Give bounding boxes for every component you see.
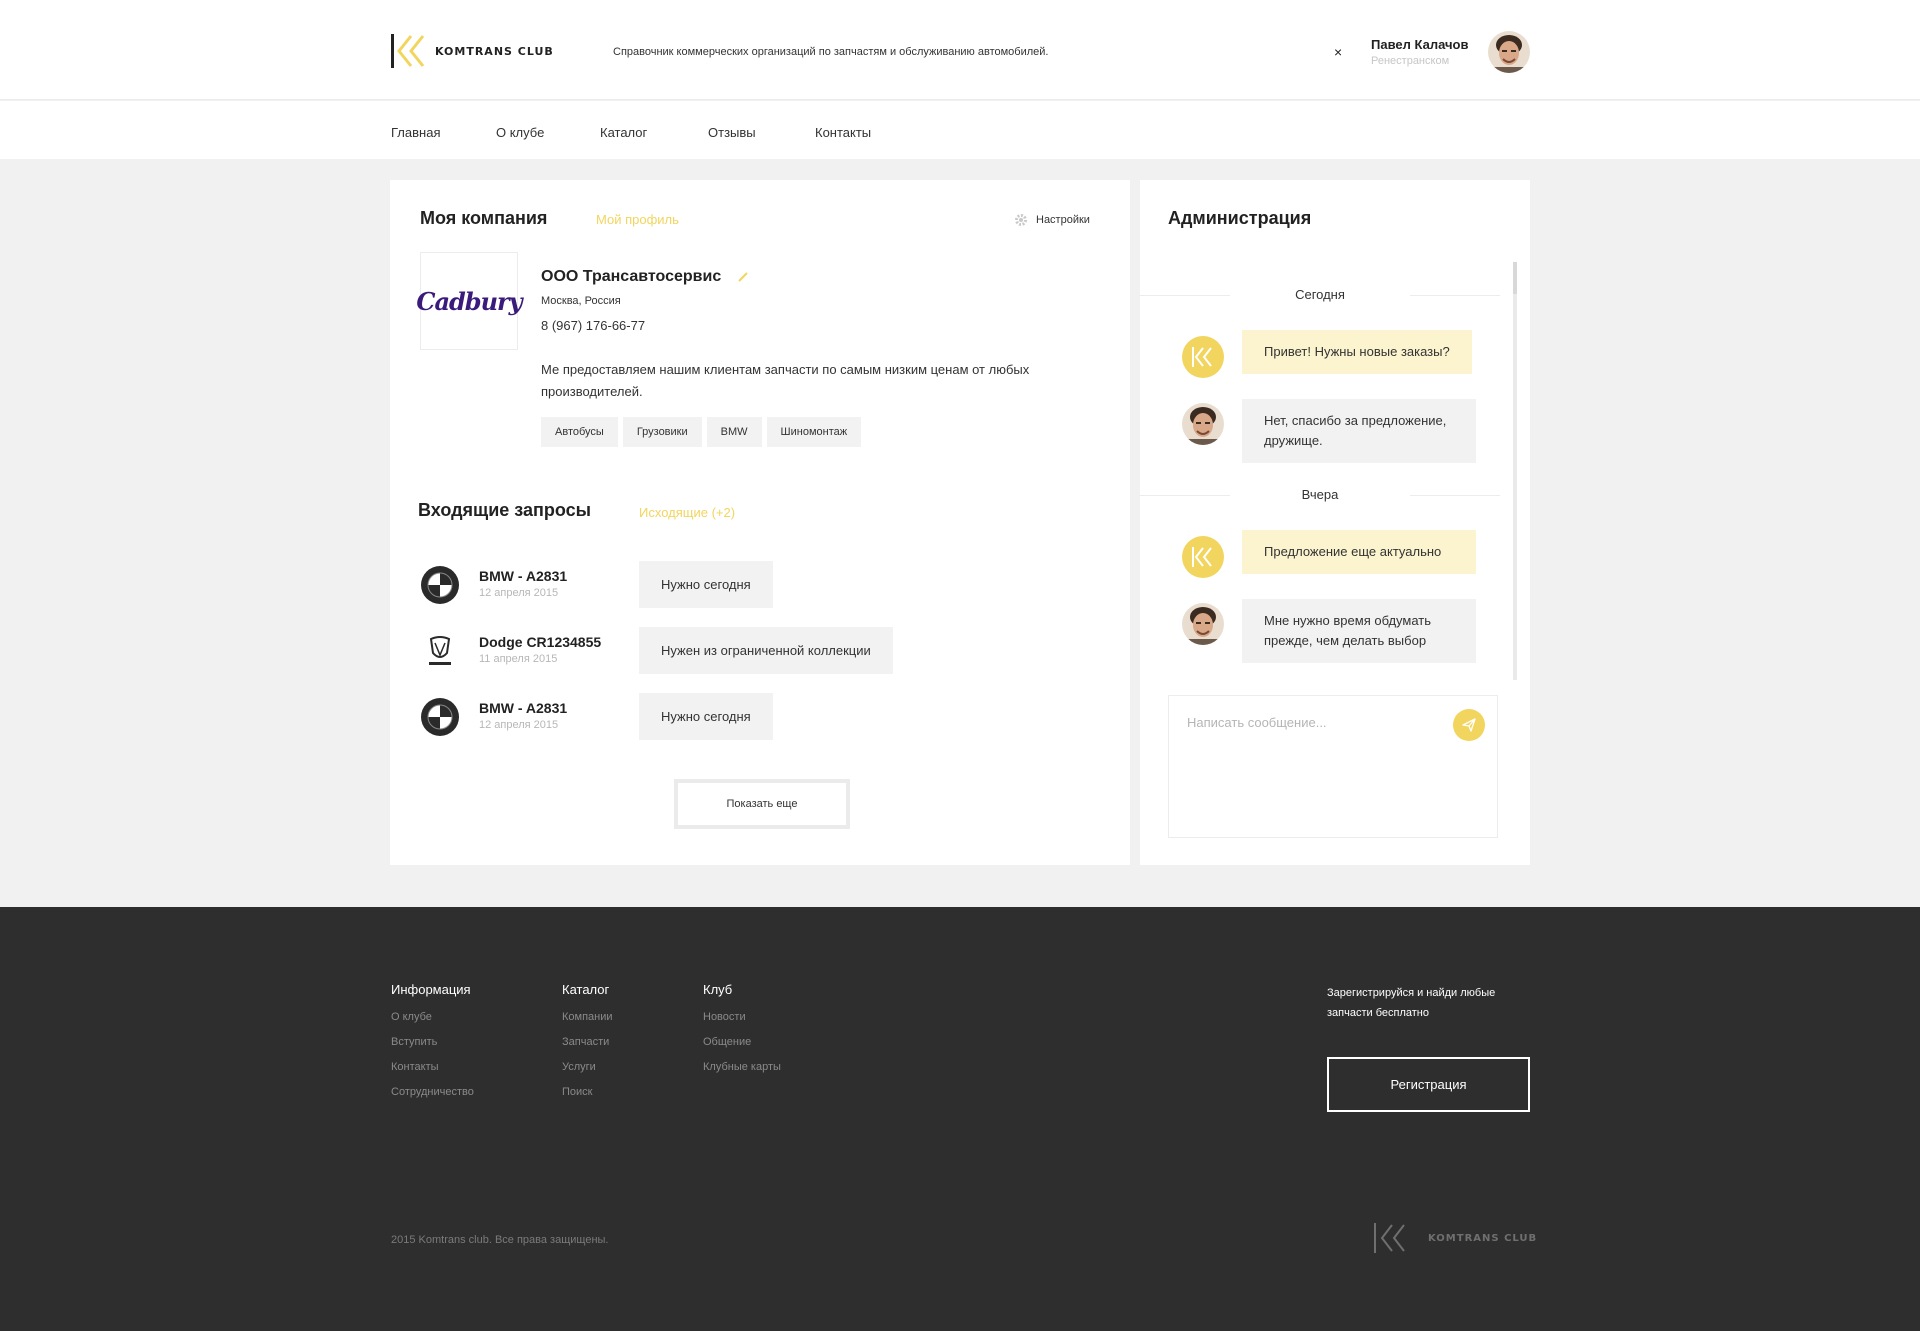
chat-heading: Администрация xyxy=(1168,208,1312,228)
my-profile-link[interactable]: Мой профиль xyxy=(596,212,679,227)
pencil-icon[interactable] xyxy=(736,270,750,284)
footer-column-info: Информация О клубе Вступить Контакты Сот… xyxy=(391,982,474,1111)
footer-link[interactable]: О клубе xyxy=(391,1011,474,1023)
settings-label: Настройки xyxy=(1036,214,1090,226)
gear-icon xyxy=(1015,214,1027,226)
footer-link[interactable]: Вступить xyxy=(391,1036,474,1048)
site-tagline: Справочник коммерческих организаций по з… xyxy=(613,46,1049,58)
footer-link[interactable]: Сотрудничество xyxy=(391,1086,474,1098)
user-avatar[interactable] xyxy=(1488,31,1530,73)
company-city: Москва, Россия xyxy=(541,295,621,307)
footer-link[interactable]: Новости xyxy=(703,1011,781,1023)
nav-item-about[interactable]: О клубе xyxy=(496,125,544,140)
bmw-logo-icon xyxy=(421,698,459,736)
komtrans-logo-icon xyxy=(1374,1223,1405,1253)
register-button[interactable]: Регистрация xyxy=(1327,1057,1530,1112)
chat-panel: Администрация Сегодня Привет! Нужны новы… xyxy=(1140,180,1530,865)
komtrans-logo-icon xyxy=(1192,347,1212,367)
chat-scrollbar[interactable] xyxy=(1513,262,1517,680)
user-avatar xyxy=(1182,603,1224,645)
nav-item-home[interactable]: Главная xyxy=(391,125,440,140)
day-label: Сегодня xyxy=(1295,287,1345,302)
request-status-button[interactable]: Нужно сегодня xyxy=(639,693,773,740)
request-row: BMW - A2831 12 апреля 2015 Нужно сегодня xyxy=(420,561,1020,609)
logo-text: KOMTRANS CLUB xyxy=(435,44,554,58)
footer-link[interactable]: Общение xyxy=(703,1036,781,1048)
komtrans-logo-icon xyxy=(1192,547,1212,567)
company-name: ООО Трансавтосервис xyxy=(541,268,722,285)
day-separator: Сегодня xyxy=(1140,285,1500,305)
company-tags: Автобусы Грузовики BMW Шиномонтаж xyxy=(541,417,862,447)
komtrans-logo-icon xyxy=(391,34,425,68)
day-separator: Вчера xyxy=(1140,485,1500,505)
footer-link[interactable]: Клубные карты xyxy=(703,1061,781,1073)
footer-link[interactable]: Запчасти xyxy=(562,1036,613,1048)
outgoing-requests-link[interactable]: Исходящие (+2) xyxy=(639,505,735,520)
site-logo[interactable]: KOMTRANS CLUB xyxy=(391,34,554,68)
request-title[interactable]: Dodge CR1234855 xyxy=(479,634,601,650)
request-row: BMW - A2831 12 апреля 2015 Нужно сегодня xyxy=(420,693,1020,741)
show-more-button[interactable]: Показать еще xyxy=(674,779,850,829)
message-input[interactable] xyxy=(1187,715,1447,730)
footer-column-catalog: Каталог Компании Запчасти Услуги Поиск xyxy=(562,982,613,1111)
request-date: 12 апреля 2015 xyxy=(479,719,559,731)
request-status-button[interactable]: Нужно сегодня xyxy=(639,561,773,608)
request-title[interactable]: BMW - A2831 xyxy=(479,568,567,584)
admin-avatar xyxy=(1182,336,1224,378)
chat-message-admin: Привет! Нужны новые заказы? xyxy=(1242,330,1472,374)
settings-button[interactable]: Настройки xyxy=(1014,213,1090,227)
admin-avatar xyxy=(1182,536,1224,578)
nav-item-catalog[interactable]: Каталог xyxy=(600,125,647,140)
chat-message-user: Мне нужно время обдумать прежде, чем дел… xyxy=(1242,599,1476,663)
tag[interactable]: Шиномонтаж xyxy=(766,417,862,447)
send-button[interactable] xyxy=(1453,709,1485,741)
footer-link[interactable]: Контакты xyxy=(391,1061,474,1073)
copyright: 2015 Komtrans club. Все права защищены. xyxy=(391,1234,609,1246)
footer-column-heading: Информация xyxy=(391,982,471,997)
request-row: Dodge CR1234855 11 апреля 2015 Нужен из … xyxy=(420,627,1020,675)
footer-column-heading: Каталог xyxy=(562,982,610,997)
tag[interactable]: Грузовики xyxy=(622,417,702,447)
bmw-logo-icon xyxy=(421,566,459,604)
footer-column-heading: Клуб xyxy=(703,982,733,997)
incoming-requests-heading: Входящие запросы xyxy=(418,500,592,520)
footer-column-club: Клуб Новости Общение Клубные карты xyxy=(703,982,781,1086)
user-subtitle: Ренестранском xyxy=(1371,55,1450,67)
chat-message-admin: Предложение еще актуально xyxy=(1242,530,1476,574)
user-name[interactable]: Павел Калачов xyxy=(1371,37,1468,52)
tag[interactable]: Автобусы xyxy=(541,417,618,447)
footer-cta-text: Зарегистрируйся и найди любые запчасти б… xyxy=(1327,987,1496,1019)
request-date: 11 апреля 2015 xyxy=(479,653,558,665)
company-logo: Cadbury xyxy=(416,252,523,350)
chat-message-user: Нет, спасибо за предложение, дружище. xyxy=(1242,399,1476,463)
request-status-button[interactable]: Нужен из ограниченной коллекции xyxy=(639,627,893,674)
user-avatar xyxy=(1182,403,1224,445)
footer-link[interactable]: Услуги xyxy=(562,1061,613,1073)
dodge-logo-icon xyxy=(429,636,451,665)
footer-link[interactable]: Компании xyxy=(562,1011,613,1023)
day-label: Вчера xyxy=(1301,487,1339,502)
footer-logo-text: KOMTRANS CLUB xyxy=(1428,1232,1538,1244)
scrollbar-thumb[interactable] xyxy=(1513,262,1517,294)
request-date: 12 апреля 2015 xyxy=(479,587,559,599)
message-compose-box xyxy=(1168,695,1498,838)
company-logo-text: Cadbury xyxy=(416,286,522,316)
nav-item-contacts[interactable]: Контакты xyxy=(815,125,871,140)
footer-link[interactable]: Поиск xyxy=(562,1086,613,1098)
main-nav: Главная О клубе Каталог Отзывы Контакты xyxy=(0,101,1920,159)
close-icon[interactable]: × xyxy=(1334,44,1342,60)
footer-logo[interactable]: KOMTRANS CLUB xyxy=(1374,1223,1537,1253)
company-heading: Моя компания xyxy=(420,208,548,228)
company-panel: Моя компания Мой профиль Настройки Cadbu… xyxy=(390,180,1130,865)
tag[interactable]: BMW xyxy=(706,417,762,447)
company-description: Ме предоставляем нашим клиентам запчасти… xyxy=(541,362,1030,399)
site-header: KOMTRANS CLUB Справочник коммерческих ор… xyxy=(0,0,1920,100)
paper-plane-icon xyxy=(1462,718,1476,732)
nav-item-reviews[interactable]: Отзывы xyxy=(708,125,756,140)
site-footer: Информация О клубе Вступить Контакты Сот… xyxy=(0,907,1920,1331)
request-title[interactable]: BMW - A2831 xyxy=(479,700,567,716)
company-phone: 8 (967) 176-66-77 xyxy=(541,318,646,333)
